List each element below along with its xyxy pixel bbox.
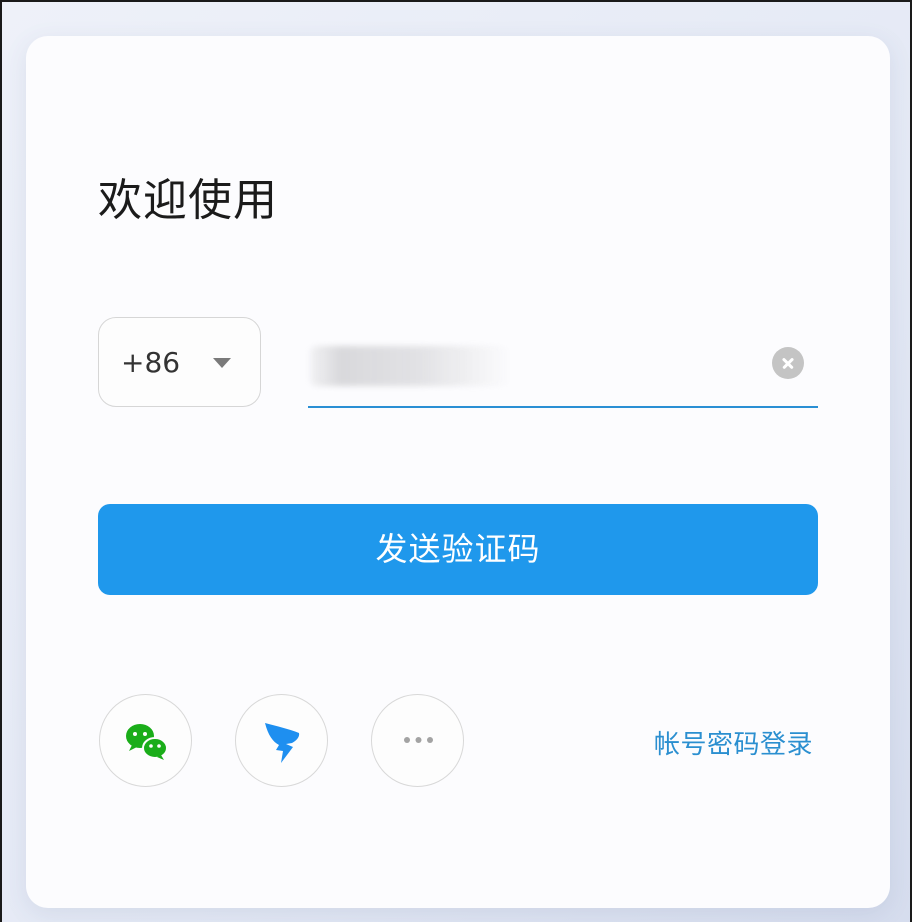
- wechat-icon: [126, 724, 168, 760]
- wechat-login-button[interactable]: [99, 694, 192, 787]
- more-login-button[interactable]: [371, 694, 464, 787]
- login-card: 欢迎使用 +86 发送验证码 帐号密码登录: [26, 36, 890, 908]
- country-code-value: +86: [121, 346, 181, 379]
- account-password-login-link[interactable]: 帐号密码登录: [654, 724, 813, 761]
- page-title: 欢迎使用: [98, 175, 278, 226]
- dingtalk-login-button[interactable]: [235, 694, 328, 787]
- phone-field: [308, 326, 818, 408]
- send-code-button[interactable]: 发送验证码: [98, 504, 818, 595]
- country-code-select[interactable]: +86: [98, 317, 261, 407]
- clear-icon[interactable]: [772, 347, 804, 379]
- dingtalk-icon: [265, 723, 300, 763]
- more-icon: [404, 737, 433, 743]
- chevron-down-icon: [213, 358, 231, 368]
- phone-input[interactable]: [308, 342, 758, 386]
